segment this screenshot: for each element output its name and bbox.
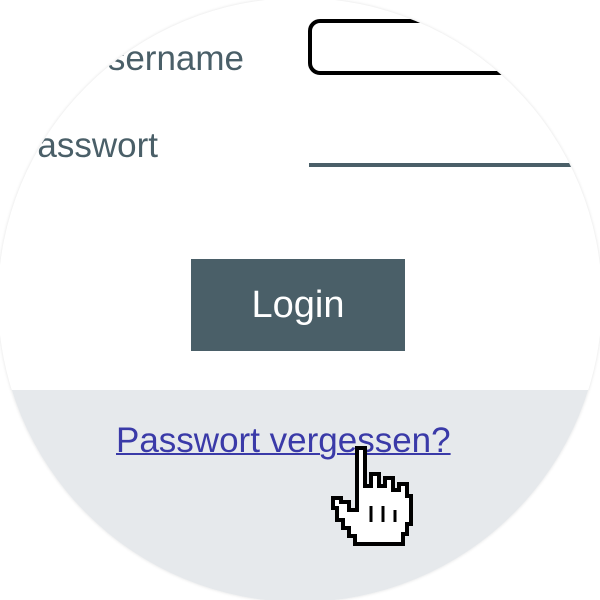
magnified-login-form: Username Passwort Login Passwort vergess… bbox=[0, 0, 600, 600]
username-input[interactable] bbox=[308, 19, 600, 75]
password-label: Passwort bbox=[14, 126, 158, 165]
username-label: Username bbox=[82, 39, 244, 78]
login-zoom-view: Username Passwort Login Passwort vergess… bbox=[0, 0, 600, 600]
password-input[interactable] bbox=[309, 163, 600, 167]
login-button[interactable]: Login bbox=[191, 259, 405, 351]
hand-pointer-icon bbox=[331, 446, 413, 546]
